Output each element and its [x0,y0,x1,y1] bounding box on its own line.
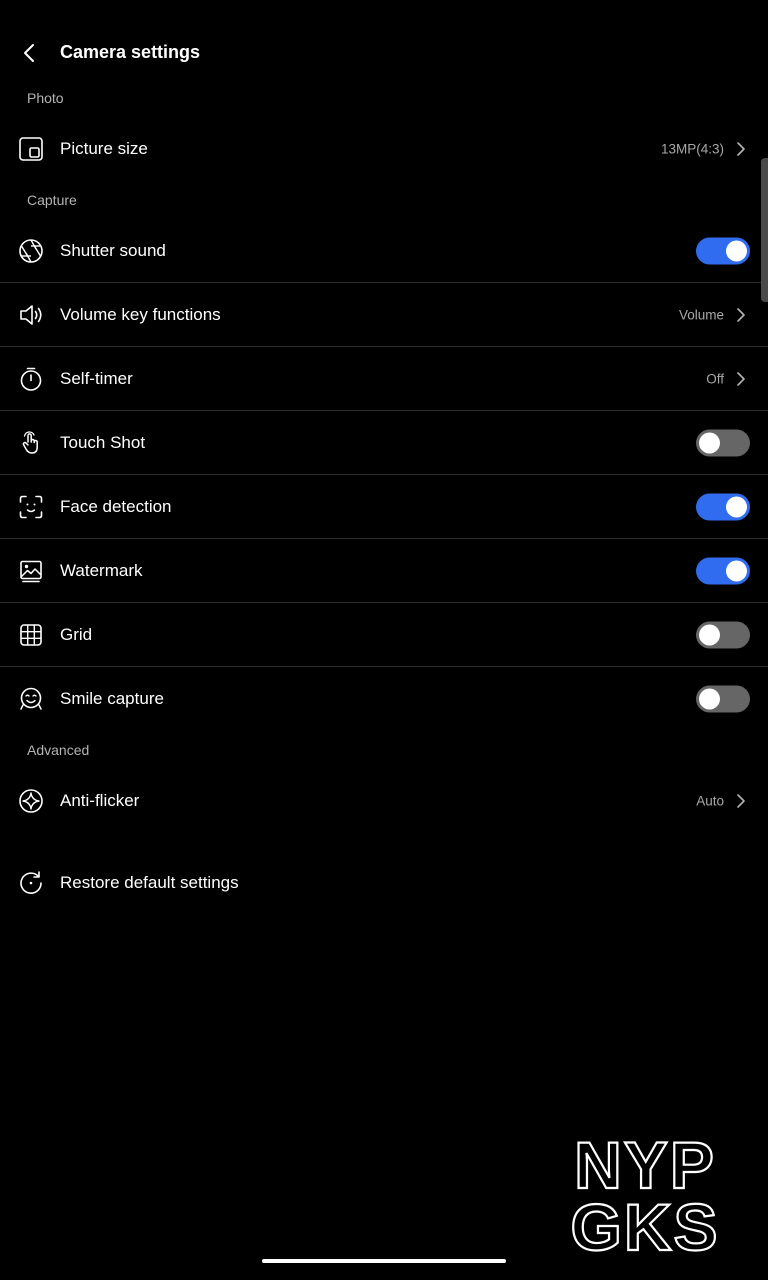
setting-grid[interactable]: Grid [0,603,768,667]
restore-default-settings[interactable]: Restore default settings [0,851,768,915]
restore-icon [20,871,42,894]
shutter-sound-toggle[interactable] [696,237,750,264]
smile-capture-toggle[interactable] [696,685,750,713]
setting-value: Volume [678,307,724,322]
watermark-image-icon [20,560,42,582]
shutter-aperture-icon [19,238,43,263]
section-header-advanced: Advanced [27,742,90,758]
setting-label: Face detection [60,496,172,516]
back-arrow-icon[interactable] [14,36,46,70]
scrollbar[interactable] [761,158,768,302]
setting-shutter-sound[interactable]: Shutter sound [0,219,768,283]
timer-icon [20,367,42,391]
nypgks-watermark-logo: NYP GKS [569,1130,719,1254]
toggle-knob [726,496,747,517]
grid-icon [20,623,42,646]
watermark-toggle[interactable] [696,557,750,584]
watermark-line-2: GKS [570,1190,719,1254]
section-header-capture: Capture [27,192,77,208]
smile-face-icon [20,687,42,710]
setting-label: Shutter sound [60,240,166,260]
setting-face-detection[interactable]: Face detection [0,475,768,539]
setting-label: Smile capture [60,689,164,708]
setting-value: 13MP(4:3) [660,141,724,157]
picture-size-icon [19,137,43,161]
face-detect-icon [19,495,43,518]
home-indicator[interactable] [262,1259,506,1263]
touch-shot-toggle[interactable] [696,429,750,456]
toggle-knob [699,688,720,710]
page-title: Camera settings [60,42,201,62]
setting-value: Auto [696,793,724,809]
chevron-right-icon [737,142,745,156]
setting-label: Anti-flicker [60,791,140,810]
setting-label: Grid [60,624,93,644]
setting-volume-key-functions[interactable]: Volume key functions Volume [0,283,768,347]
section-header-photo: Photo [27,90,64,106]
speaker-icon [20,304,42,325]
setting-self-timer[interactable]: Self-timer Off [0,347,768,411]
toggle-knob [726,240,747,261]
grid-toggle[interactable] [696,621,750,648]
setting-label: Volume key functions [60,304,221,324]
header-bar: Camera settings [0,22,768,84]
setting-label: Touch Shot [60,432,146,452]
toggle-knob [699,432,720,453]
setting-value: Off [706,371,724,386]
setting-label: Self-timer [60,368,133,388]
setting-smile-capture[interactable]: Smile capture [0,667,768,731]
toggle-knob [726,560,747,581]
setting-label: Watermark [60,560,143,580]
touch-hand-icon [22,430,38,454]
face-detection-toggle[interactable] [696,493,750,520]
toggle-knob [699,624,720,645]
chevron-right-icon [737,794,745,808]
chevron-right-icon [737,371,745,386]
chevron-right-icon [737,307,745,322]
setting-watermark[interactable]: Watermark [0,539,768,603]
setting-picture-size[interactable]: Picture size 13MP(4:3) [0,117,768,181]
setting-label: Restore default settings [60,873,239,892]
setting-label: Picture size [60,139,148,158]
setting-anti-flicker[interactable]: Anti-flicker Auto [0,769,768,833]
setting-touch-shot[interactable]: Touch Shot [0,411,768,475]
anti-flicker-icon [19,789,43,813]
